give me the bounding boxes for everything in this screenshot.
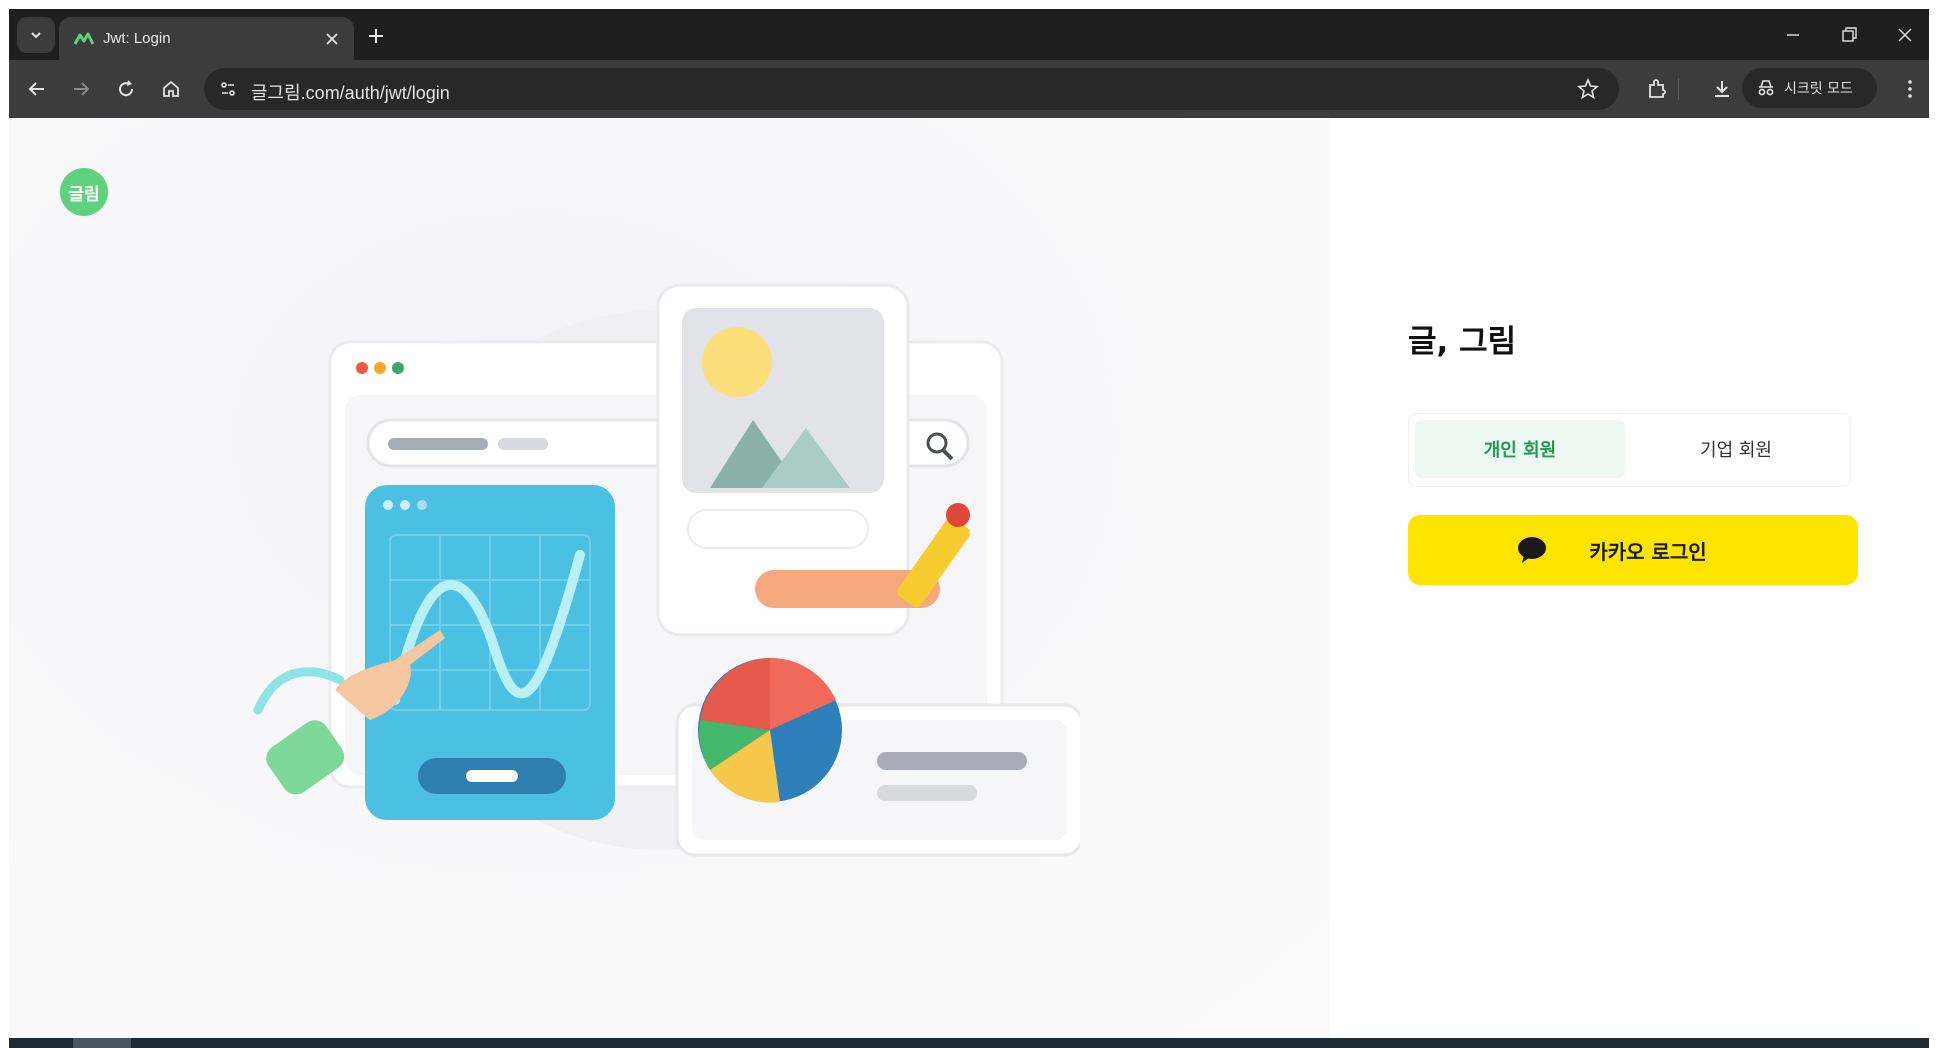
- extensions-icon[interactable]: [1645, 77, 1669, 101]
- restore-icon[interactable]: [1837, 23, 1861, 47]
- menu-dots-icon[interactable]: [1898, 77, 1922, 101]
- forward-icon[interactable]: [69, 77, 93, 101]
- bookmark-star-icon[interactable]: [1577, 78, 1599, 100]
- app-logo[interactable]: 글림: [60, 168, 108, 216]
- toolbar-divider: [1678, 78, 1679, 100]
- incognito-icon: [1758, 80, 1774, 96]
- site-info-icon[interactable]: [218, 79, 238, 99]
- browser-chrome: Jwt: Login 글그림.com/auth/jwt/login 시크릿 모드: [9, 9, 1929, 118]
- incognito-indicator[interactable]: 시크릿 모드: [1742, 68, 1877, 108]
- reload-icon[interactable]: [114, 77, 138, 101]
- favicon-icon: [73, 32, 95, 45]
- close-icon[interactable]: [324, 31, 340, 47]
- taskbar: [9, 1038, 1929, 1048]
- speech-bubble-icon: [1518, 537, 1546, 563]
- download-icon[interactable]: [1710, 77, 1734, 101]
- url-text: 글그림.com/auth/jwt/login: [251, 83, 450, 103]
- close-window-icon[interactable]: [1893, 23, 1917, 47]
- tab-business-member[interactable]: 기업 회원: [1631, 420, 1841, 478]
- page-title: 글, 그림: [1408, 324, 1517, 360]
- tab-search-button[interactable]: [17, 17, 55, 53]
- tab-personal-member[interactable]: 개인 회원: [1415, 420, 1625, 478]
- browser-tab[interactable]: Jwt: Login: [59, 17, 354, 60]
- tab-strip: Jwt: Login: [9, 9, 1929, 60]
- member-type-tabs: 개인 회원 기업 회원: [1408, 413, 1851, 487]
- chevron-down-icon: [31, 32, 41, 39]
- tab-title: Jwt: Login: [103, 30, 171, 47]
- minimize-icon[interactable]: [1781, 23, 1805, 47]
- incognito-label: 시크릿 모드: [1784, 81, 1853, 97]
- taskbar-item[interactable]: [73, 1038, 131, 1048]
- home-icon[interactable]: [159, 77, 183, 101]
- toolbar: 글그림.com/auth/jwt/login 시크릿 모드: [9, 60, 1929, 118]
- logo-text: 글림: [68, 184, 100, 205]
- back-icon[interactable]: [25, 77, 49, 101]
- kakao-login-label: 카카오 로그인: [1589, 539, 1707, 564]
- kakao-login-button[interactable]: 카카오 로그인: [1408, 515, 1858, 585]
- new-tab-icon[interactable]: [365, 25, 387, 47]
- screen: Jwt: Login 글그림.com/auth/jwt/login 시크릿 모드…: [0, 0, 1938, 1048]
- address-bar[interactable]: 글그림.com/auth/jwt/login: [204, 68, 1619, 110]
- dashboard-illustration: [253, 283, 1080, 857]
